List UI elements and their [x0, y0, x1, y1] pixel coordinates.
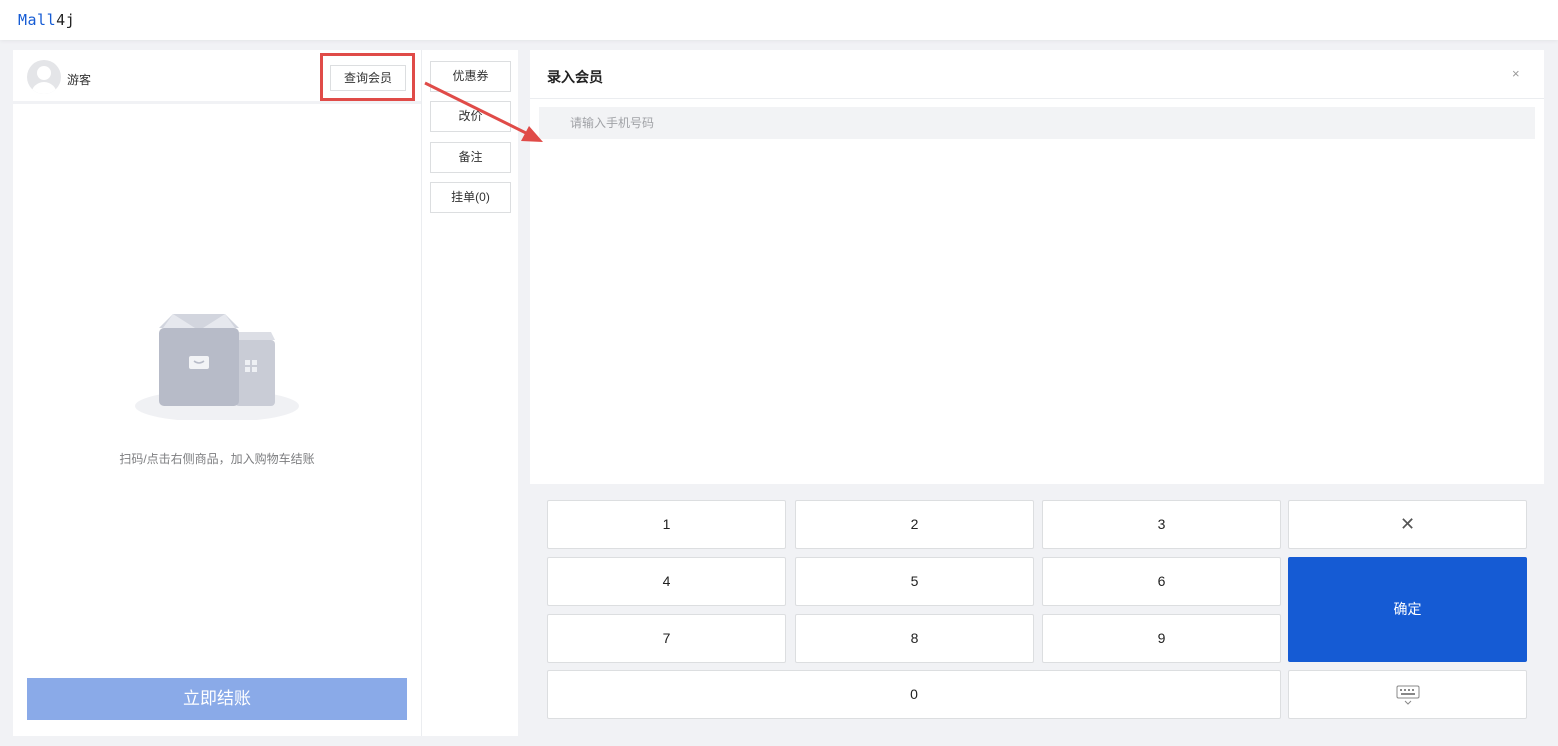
avatar-body	[31, 82, 57, 94]
key-5[interactable]: 5	[795, 557, 1034, 606]
hold-order-button[interactable]: 挂单(0)	[430, 182, 511, 213]
divider	[530, 98, 1544, 99]
logo-mall: Mall	[18, 11, 57, 29]
empty-cart-text: 扫码/点击右侧商品，加入购物车结账	[119, 452, 315, 466]
logo-4j: 4j	[56, 11, 76, 29]
change-price-button[interactable]: 改价	[430, 101, 511, 132]
guest-label: 游客	[67, 73, 92, 87]
cart-panel: 游客 查询会员 扫码/点击右侧商品，加入购物车结账 立即结账	[13, 50, 421, 736]
remark-button[interactable]: 备注	[430, 142, 511, 173]
top-bar: Mall4j	[0, 0, 1558, 40]
key-7[interactable]: 7	[547, 614, 786, 663]
avatar-head	[37, 66, 51, 80]
keyboard-toggle-button[interactable]	[1288, 670, 1527, 719]
action-column: 优惠券 改价 备注 挂单(0)	[421, 50, 518, 736]
phone-input[interactable]	[539, 107, 1535, 139]
app-logo: Mall4j	[18, 11, 75, 29]
confirm-button[interactable]: 确定	[1288, 557, 1527, 662]
panel-title: 录入会员	[547, 69, 603, 85]
avatar	[27, 60, 61, 94]
close-icon[interactable]: ×	[1512, 66, 1520, 81]
key-9[interactable]: 9	[1042, 614, 1281, 663]
member-entry-panel: 录入会员 × 1 2 3 ✕ 4 5 6 确定 7 8 9 0	[530, 50, 1544, 736]
key-0[interactable]: 0	[547, 670, 1281, 719]
coupon-button[interactable]: 优惠券	[430, 61, 511, 92]
keyboard-icon	[1396, 685, 1419, 706]
checkout-button[interactable]: 立即结账	[27, 678, 407, 720]
empty-cart-illustration	[135, 314, 299, 420]
key-4[interactable]: 4	[547, 557, 786, 606]
numeric-keypad: 1 2 3 ✕ 4 5 6 确定 7 8 9 0	[530, 484, 1544, 736]
key-2[interactable]: 2	[795, 500, 1034, 549]
key-3[interactable]: 3	[1042, 500, 1281, 549]
key-1[interactable]: 1	[547, 500, 786, 549]
key-8[interactable]: 8	[795, 614, 1034, 663]
key-6[interactable]: 6	[1042, 557, 1281, 606]
annotation-highlight-box	[320, 53, 415, 101]
backspace-icon[interactable]: ✕	[1288, 500, 1527, 549]
